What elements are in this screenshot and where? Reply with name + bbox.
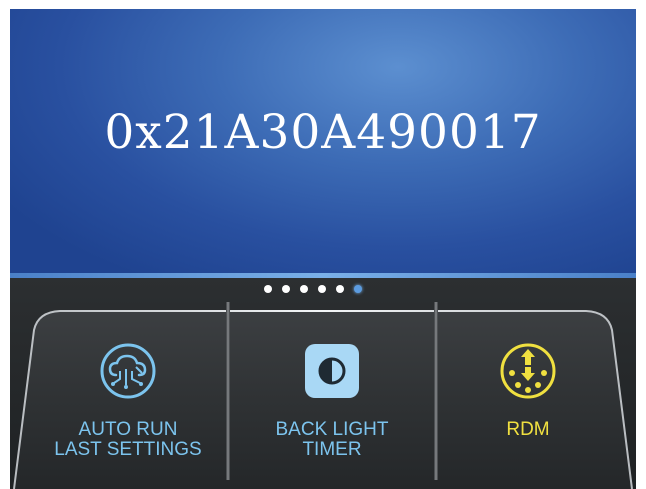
page-dot-4[interactable]	[318, 285, 326, 293]
rdm-tile[interactable]: RDM	[438, 300, 618, 480]
dmx-connector-updown-icon	[500, 343, 556, 399]
auto-run-label-line1: AUTO RUN	[78, 419, 178, 440]
auto-run-tile[interactable]: AUTO RUN LAST SETTINGS	[30, 300, 226, 480]
page-dot-1[interactable]	[264, 285, 272, 293]
auto-run-label-line2: LAST SETTINGS	[54, 439, 202, 460]
backlight-timer-label: BACK LIGHT TIMER	[230, 420, 434, 460]
page-dot-6-active[interactable]	[354, 285, 362, 293]
backlight-label-line1: BACK LIGHT	[275, 419, 389, 440]
backlight-label-line2: TIMER	[302, 439, 362, 460]
page-indicator[interactable]	[0, 282, 626, 296]
value-display: 0x21A30A490017	[10, 9, 636, 273]
page-dot-2[interactable]	[282, 285, 290, 293]
rdm-label: RDM	[438, 420, 618, 440]
device-id-value: 0x21A30A490017	[104, 105, 542, 160]
rdm-label-line1: RDM	[506, 419, 550, 440]
cloud-circuit-icon	[100, 343, 156, 399]
page-dot-3[interactable]	[300, 285, 308, 293]
page-dot-5[interactable]	[336, 285, 344, 293]
half-circle-contrast-icon	[305, 344, 359, 398]
auto-run-label: AUTO RUN LAST SETTINGS	[30, 420, 226, 460]
backlight-timer-tile[interactable]: BACK LIGHT TIMER	[230, 300, 434, 480]
